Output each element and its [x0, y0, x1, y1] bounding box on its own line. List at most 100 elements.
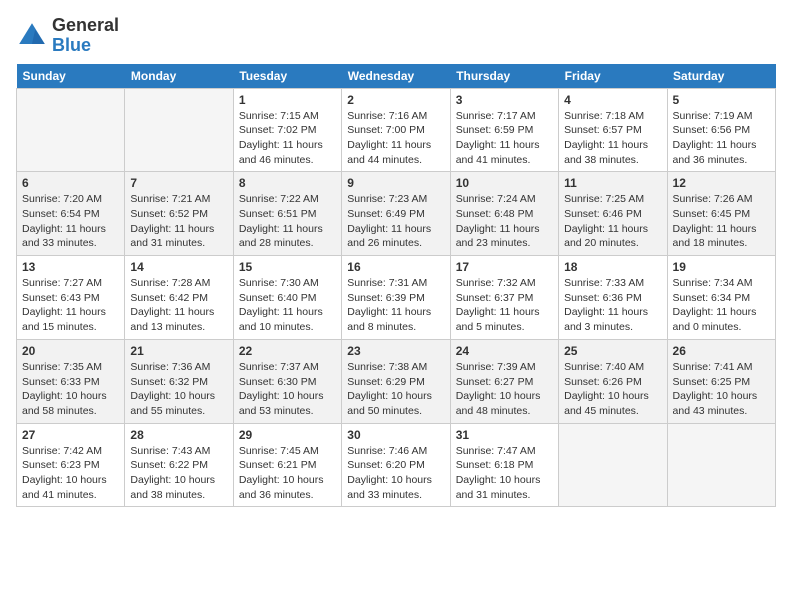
- calendar-cell: 8 Sunrise: 7:22 AM Sunset: 6:51 PM Daylig…: [233, 172, 341, 256]
- day-number: 20: [22, 344, 119, 358]
- header-friday: Friday: [559, 64, 667, 89]
- day-info: Sunrise: 7:39 AM Sunset: 6:27 PM Dayligh…: [456, 360, 553, 419]
- calendar-cell: 18 Sunrise: 7:33 AM Sunset: 6:36 PM Dayli…: [559, 256, 667, 340]
- day-info: Sunrise: 7:25 AM Sunset: 6:46 PM Dayligh…: [564, 192, 661, 251]
- calendar-cell: 31Sunrise: 7:47 AM Sunset: 6:18 PM Dayli…: [450, 423, 558, 507]
- day-number: 26: [673, 344, 770, 358]
- day-number: 13: [22, 260, 119, 274]
- day-info: Sunrise: 7:45 AM Sunset: 6:21 PM Dayligh…: [239, 444, 336, 503]
- calendar-cell: 5Sunrise: 7:19 AM Sunset: 6:56 PM Daylig…: [667, 88, 775, 172]
- calendar-cell: 1 Sunrise: 7:15 AM Sunset: 7:02 PM Daylig…: [233, 88, 341, 172]
- calendar-cell: 24Sunrise: 7:39 AM Sunset: 6:27 PM Dayli…: [450, 339, 558, 423]
- header-row: SundayMondayTuesdayWednesdayThursdayFrid…: [17, 64, 776, 89]
- week-row-5: 27Sunrise: 7:42 AM Sunset: 6:23 PM Dayli…: [17, 423, 776, 507]
- day-info: Sunrise: 7:21 AM Sunset: 6:52 PM Dayligh…: [130, 192, 227, 251]
- day-info: Sunrise: 7:46 AM Sunset: 6:20 PM Dayligh…: [347, 444, 444, 503]
- day-info: Sunrise: 7:17 AM Sunset: 6:59 PM Dayligh…: [456, 109, 553, 168]
- day-number: 22: [239, 344, 336, 358]
- header-saturday: Saturday: [667, 64, 775, 89]
- week-row-4: 20 Sunrise: 7:35 AM Sunset: 6:33 PM Dayli…: [17, 339, 776, 423]
- day-number: 9: [347, 176, 444, 190]
- day-number: 29: [239, 428, 336, 442]
- calendar-cell: 28 Sunrise: 7:43 AM Sunset: 6:22 PM Dayli…: [125, 423, 233, 507]
- day-number: 23: [347, 344, 444, 358]
- day-info: Sunrise: 7:38 AM Sunset: 6:29 PM Dayligh…: [347, 360, 444, 419]
- calendar-cell: 27Sunrise: 7:42 AM Sunset: 6:23 PM Dayli…: [17, 423, 125, 507]
- header-tuesday: Tuesday: [233, 64, 341, 89]
- day-number: 18: [564, 260, 661, 274]
- day-info: Sunrise: 7:22 AM Sunset: 6:51 PM Dayligh…: [239, 192, 336, 251]
- day-number: 16: [347, 260, 444, 274]
- day-info: Sunrise: 7:40 AM Sunset: 6:26 PM Dayligh…: [564, 360, 661, 419]
- calendar-cell: 21 Sunrise: 7:36 AM Sunset: 6:32 PM Dayli…: [125, 339, 233, 423]
- day-number: 6: [22, 176, 119, 190]
- day-info: Sunrise: 7:35 AM Sunset: 6:33 PM Dayligh…: [22, 360, 119, 419]
- header-thursday: Thursday: [450, 64, 558, 89]
- day-number: 12: [673, 176, 770, 190]
- calendar-cell: [17, 88, 125, 172]
- day-info: Sunrise: 7:23 AM Sunset: 6:49 PM Dayligh…: [347, 192, 444, 251]
- day-info: Sunrise: 7:16 AM Sunset: 7:00 PM Dayligh…: [347, 109, 444, 168]
- calendar-cell: 29 Sunrise: 7:45 AM Sunset: 6:21 PM Dayli…: [233, 423, 341, 507]
- calendar-cell: 7 Sunrise: 7:21 AM Sunset: 6:52 PM Daylig…: [125, 172, 233, 256]
- day-info: Sunrise: 7:30 AM Sunset: 6:40 PM Dayligh…: [239, 276, 336, 335]
- calendar-cell: 26 Sunrise: 7:41 AM Sunset: 6:25 PM Dayli…: [667, 339, 775, 423]
- logo-text: General Blue: [52, 16, 119, 56]
- day-info: Sunrise: 7:20 AM Sunset: 6:54 PM Dayligh…: [22, 192, 119, 251]
- calendar-cell: [667, 423, 775, 507]
- day-number: 5: [673, 93, 770, 107]
- calendar-table: SundayMondayTuesdayWednesdayThursdayFrid…: [16, 64, 776, 508]
- calendar-cell: 30 Sunrise: 7:46 AM Sunset: 6:20 PM Dayli…: [342, 423, 450, 507]
- calendar-cell: 20 Sunrise: 7:35 AM Sunset: 6:33 PM Dayli…: [17, 339, 125, 423]
- day-info: Sunrise: 7:37 AM Sunset: 6:30 PM Dayligh…: [239, 360, 336, 419]
- day-info: Sunrise: 7:33 AM Sunset: 6:36 PM Dayligh…: [564, 276, 661, 335]
- day-number: 2: [347, 93, 444, 107]
- calendar-cell: [559, 423, 667, 507]
- calendar-cell: 25 Sunrise: 7:40 AM Sunset: 6:26 PM Dayli…: [559, 339, 667, 423]
- logo-icon: [16, 20, 48, 52]
- calendar-cell: 6 Sunrise: 7:20 AM Sunset: 6:54 PM Daylig…: [17, 172, 125, 256]
- calendar-cell: [125, 88, 233, 172]
- calendar-cell: 22 Sunrise: 7:37 AM Sunset: 6:30 PM Dayli…: [233, 339, 341, 423]
- calendar-cell: 14 Sunrise: 7:28 AM Sunset: 6:42 PM Dayli…: [125, 256, 233, 340]
- day-info: Sunrise: 7:43 AM Sunset: 6:22 PM Dayligh…: [130, 444, 227, 503]
- day-number: 21: [130, 344, 227, 358]
- logo: General Blue: [16, 16, 119, 56]
- day-number: 11: [564, 176, 661, 190]
- day-info: Sunrise: 7:41 AM Sunset: 6:25 PM Dayligh…: [673, 360, 770, 419]
- day-number: 17: [456, 260, 553, 274]
- day-info: Sunrise: 7:24 AM Sunset: 6:48 PM Dayligh…: [456, 192, 553, 251]
- calendar-cell: 23 Sunrise: 7:38 AM Sunset: 6:29 PM Dayli…: [342, 339, 450, 423]
- calendar-cell: 12 Sunrise: 7:26 AM Sunset: 6:45 PM Dayli…: [667, 172, 775, 256]
- day-number: 10: [456, 176, 553, 190]
- day-info: Sunrise: 7:36 AM Sunset: 6:32 PM Dayligh…: [130, 360, 227, 419]
- calendar-cell: 9 Sunrise: 7:23 AM Sunset: 6:49 PM Daylig…: [342, 172, 450, 256]
- day-info: Sunrise: 7:18 AM Sunset: 6:57 PM Dayligh…: [564, 109, 661, 168]
- day-info: Sunrise: 7:15 AM Sunset: 7:02 PM Dayligh…: [239, 109, 336, 168]
- day-info: Sunrise: 7:26 AM Sunset: 6:45 PM Dayligh…: [673, 192, 770, 251]
- header-wednesday: Wednesday: [342, 64, 450, 89]
- page-header: General Blue: [16, 16, 776, 56]
- day-info: Sunrise: 7:47 AM Sunset: 6:18 PM Dayligh…: [456, 444, 553, 503]
- calendar-cell: 15 Sunrise: 7:30 AM Sunset: 6:40 PM Dayli…: [233, 256, 341, 340]
- day-number: 3: [456, 93, 553, 107]
- day-number: 1: [239, 93, 336, 107]
- header-sunday: Sunday: [17, 64, 125, 89]
- day-info: Sunrise: 7:27 AM Sunset: 6:43 PM Dayligh…: [22, 276, 119, 335]
- calendar-cell: 2 Sunrise: 7:16 AM Sunset: 7:00 PM Daylig…: [342, 88, 450, 172]
- calendar-cell: 13 Sunrise: 7:27 AM Sunset: 6:43 PM Dayli…: [17, 256, 125, 340]
- day-number: 15: [239, 260, 336, 274]
- day-info: Sunrise: 7:28 AM Sunset: 6:42 PM Dayligh…: [130, 276, 227, 335]
- week-row-3: 13 Sunrise: 7:27 AM Sunset: 6:43 PM Dayli…: [17, 256, 776, 340]
- calendar-cell: 11 Sunrise: 7:25 AM Sunset: 6:46 PM Dayli…: [559, 172, 667, 256]
- day-number: 30: [347, 428, 444, 442]
- calendar-cell: 16Sunrise: 7:31 AM Sunset: 6:39 PM Dayli…: [342, 256, 450, 340]
- day-number: 25: [564, 344, 661, 358]
- day-number: 14: [130, 260, 227, 274]
- day-number: 7: [130, 176, 227, 190]
- week-row-1: 1 Sunrise: 7:15 AM Sunset: 7:02 PM Daylig…: [17, 88, 776, 172]
- day-number: 8: [239, 176, 336, 190]
- header-monday: Monday: [125, 64, 233, 89]
- day-number: 28: [130, 428, 227, 442]
- calendar-cell: 10 Sunrise: 7:24 AM Sunset: 6:48 PM Dayli…: [450, 172, 558, 256]
